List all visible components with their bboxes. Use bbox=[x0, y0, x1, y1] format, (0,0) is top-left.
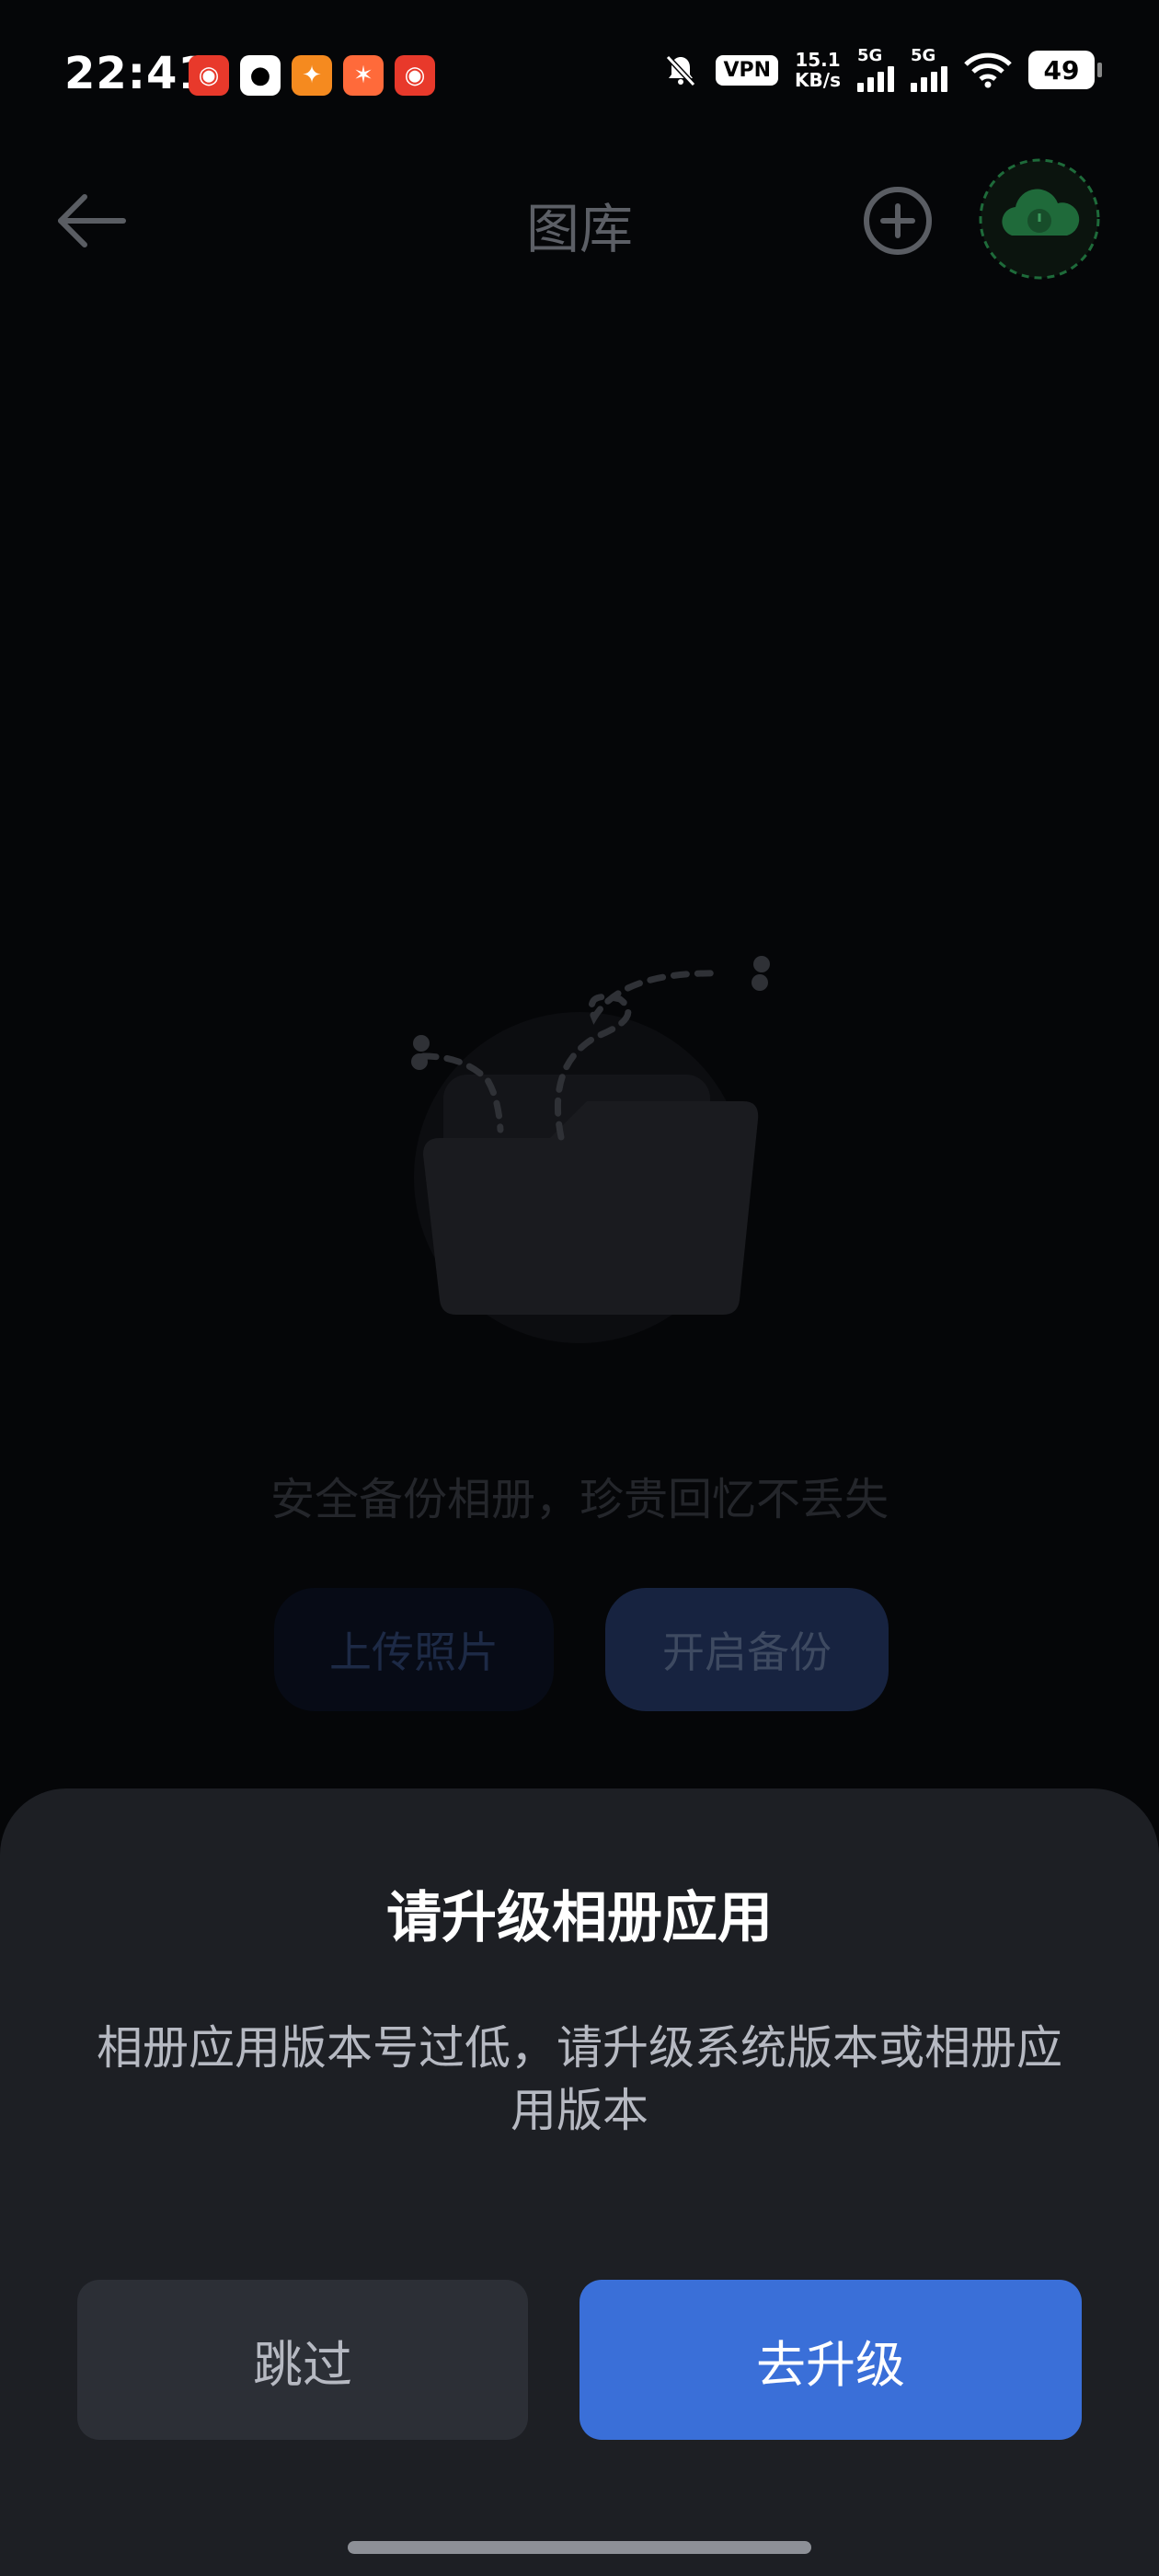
cloud-sync-icon[interactable] bbox=[977, 156, 1102, 282]
netease-music-icon: ◉ bbox=[395, 55, 435, 96]
signal-1: 5G bbox=[857, 48, 894, 92]
signal-bars-icon bbox=[911, 64, 947, 92]
orange-app-icon: ✶ bbox=[343, 55, 384, 96]
orange-app-icon: ✦ bbox=[292, 55, 332, 96]
signal-1-label: 5G bbox=[857, 46, 883, 65]
notification-icons: ◉ ● ✦ ✶ ◉ bbox=[189, 55, 435, 96]
dialog-title: 请升级相册应用 bbox=[386, 1886, 773, 1950]
battery-indicator: 49 bbox=[1028, 51, 1102, 89]
empty-folder-illustration bbox=[411, 956, 770, 1343]
qq-icon: ● bbox=[240, 55, 281, 96]
vpn-badge: VPN bbox=[716, 54, 779, 86]
upload-photos-button[interactable]: 上传照片 bbox=[274, 1588, 554, 1711]
skip-button[interactable]: 跳过 bbox=[77, 2280, 528, 2440]
enable-backup-button[interactable]: 开启备份 bbox=[605, 1588, 889, 1711]
speed-unit: KB/s bbox=[795, 69, 841, 91]
dialog-message: 相册应用版本号过低，请升级系统版本或相册应用版本 bbox=[97, 2021, 1062, 2137]
speed-value: 15.1 bbox=[795, 49, 841, 71]
system-icons: VPN 15.1 KB/s 5G 5G 49 bbox=[662, 48, 1102, 92]
upgrade-button[interactable]: 去升级 bbox=[580, 2280, 1082, 2440]
wifi-icon bbox=[964, 52, 1012, 88]
netease-music-icon: ◉ bbox=[189, 55, 229, 96]
network-speed: 15.1 KB/s bbox=[795, 50, 841, 90]
signal-2-label: 5G bbox=[911, 46, 936, 65]
empty-state-message: 安全备份相册，珍贵回忆不丢失 bbox=[270, 1474, 889, 1525]
signal-2: 5G bbox=[911, 48, 947, 92]
status-bar: 22:41 ◉ ● ✦ ✶ ◉ VPN 15.1 KB/s 5G 5G 49 bbox=[0, 0, 1159, 152]
mute-bell-icon bbox=[666, 54, 696, 87]
signal-bars-icon bbox=[857, 64, 894, 92]
add-icon[interactable] bbox=[861, 184, 935, 258]
home-indicator[interactable] bbox=[348, 2541, 811, 2554]
